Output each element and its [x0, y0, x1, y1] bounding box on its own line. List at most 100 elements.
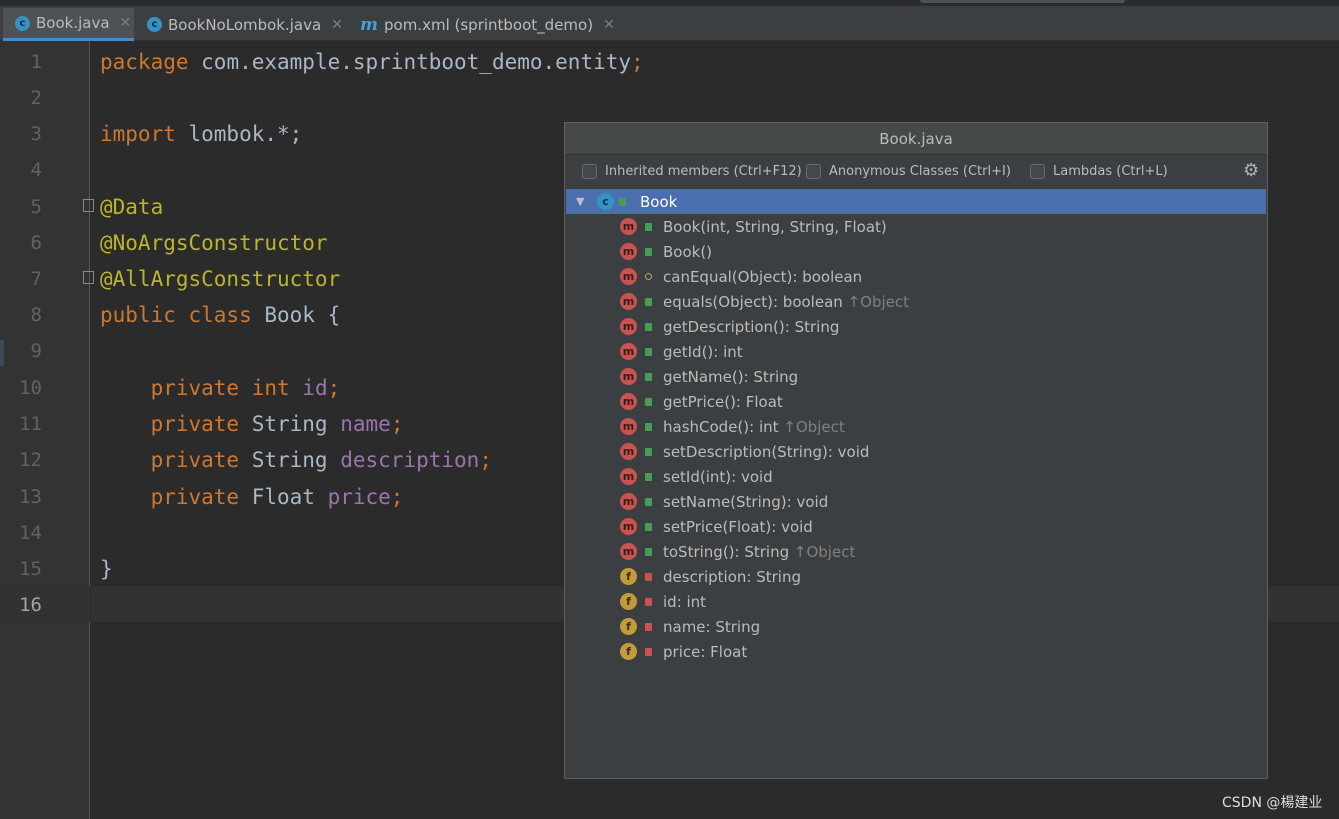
- public-visibility-icon: [645, 397, 652, 406]
- code-line-15[interactable]: }: [100, 551, 113, 587]
- class-icon: c: [15, 15, 30, 31]
- code-line-8[interactable]: public class Book {: [100, 297, 340, 333]
- top-strip: [0, 0, 1339, 6]
- code-keyword: private: [100, 412, 240, 436]
- member-text: equals(Object): boolean ↑Object: [663, 293, 909, 311]
- chevron-down-icon[interactable]: ▼: [576, 195, 584, 208]
- code-punct: ;: [631, 50, 644, 74]
- line-number: 7: [30, 268, 42, 290]
- tree-root-row[interactable]: ▼ c Book: [566, 189, 1266, 214]
- tree-member-row[interactable]: m Book(): [566, 239, 1266, 264]
- public-visibility-icon: [645, 422, 652, 431]
- code-line-10[interactable]: private int id;: [100, 370, 341, 406]
- tree-member-row[interactable]: f description: String: [566, 564, 1266, 589]
- member-label: setName(String): void: [663, 492, 829, 511]
- code-line-11[interactable]: private String name;: [100, 406, 404, 442]
- code-keyword: package: [100, 50, 189, 74]
- line-number: 2: [30, 87, 42, 109]
- tree-member-row[interactable]: m toString(): String ↑Object: [566, 539, 1266, 564]
- tree-member-row[interactable]: m canEqual(Object): boolean: [566, 264, 1266, 289]
- code-punct: ;: [390, 485, 404, 509]
- close-icon[interactable]: ✕: [603, 17, 615, 33]
- checkbox-box[interactable]: [806, 164, 821, 179]
- public-visibility-icon: [645, 297, 652, 306]
- tree-member-row[interactable]: f id: int: [566, 589, 1266, 614]
- line-number: 11: [19, 413, 42, 435]
- code-field: price: [314, 485, 391, 509]
- inherited-members-checkbox[interactable]: Inherited members (Ctrl+F12): [582, 164, 802, 179]
- code-text: com.example.sprintboot_demo.entity: [188, 50, 632, 74]
- member-text: getPrice(): Float: [663, 393, 788, 411]
- method-icon: m: [620, 343, 637, 360]
- member-text: setPrice(Float): void: [663, 518, 818, 536]
- field-icon: f: [620, 593, 637, 610]
- tree-member-row[interactable]: m equals(Object): boolean ↑Object: [566, 289, 1266, 314]
- member-label: getId(): int: [663, 342, 743, 361]
- line-number: 6: [30, 232, 42, 254]
- method-icon: m: [620, 218, 637, 235]
- fold-marker-icon[interactable]: [83, 271, 94, 284]
- tree-member-row[interactable]: m Book(int, String, String, Float): [566, 214, 1266, 239]
- code-type: String: [239, 412, 328, 436]
- tab-booknolombok-java[interactable]: c BookNoLombok.java ✕: [135, 8, 347, 41]
- code-line-5[interactable]: @Data: [100, 189, 163, 225]
- code-line-7[interactable]: @AllArgsConstructor: [100, 261, 340, 297]
- tab-book-java[interactable]: c Book.java ✕: [3, 8, 134, 41]
- field-icon: f: [620, 643, 637, 660]
- tab-label: pom.xml (sprintboot_demo): [384, 15, 594, 34]
- tree-member-row[interactable]: f price: Float: [566, 639, 1266, 664]
- code-line-6[interactable]: @NoArgsConstructor: [100, 225, 328, 261]
- method-icon: m: [620, 443, 637, 460]
- tree-member-row[interactable]: m getPrice(): Float: [566, 389, 1266, 414]
- tree-member-row[interactable]: f name: String: [566, 614, 1266, 639]
- lambdas-checkbox[interactable]: Lambdas (Ctrl+L): [1030, 164, 1168, 179]
- code-keyword: private int: [100, 376, 290, 400]
- public-visibility-icon: [645, 222, 652, 231]
- code-keyword: import: [100, 122, 176, 146]
- line-number: 5: [30, 196, 42, 218]
- public-visibility-icon: [645, 472, 652, 481]
- tree-member-row[interactable]: m getId(): int: [566, 339, 1266, 364]
- code-line-3[interactable]: import lombok.*;: [100, 116, 302, 152]
- member-text: setName(String): void: [663, 493, 833, 511]
- member-label: equals(Object): boolean: [663, 292, 843, 311]
- method-icon: m: [620, 243, 637, 260]
- tree-member-row[interactable]: m hashCode(): int ↑Object: [566, 414, 1266, 439]
- tab-pom-xml[interactable]: m pom.xml (sprintboot_demo) ✕: [348, 8, 618, 41]
- tab-label: Book.java: [36, 14, 110, 32]
- code-punct: ;: [479, 448, 492, 472]
- popup-options-bar: Inherited members (Ctrl+F12) Anonymous C…: [565, 155, 1267, 189]
- anonymous-classes-checkbox[interactable]: Anonymous Classes (Ctrl+I): [806, 164, 1011, 179]
- line-number: 8: [30, 304, 42, 326]
- checkbox-box[interactable]: [1030, 164, 1045, 179]
- field-icon: f: [620, 618, 637, 635]
- member-label: getDescription(): String: [663, 317, 840, 336]
- tree-member-row[interactable]: m getName(): String: [566, 364, 1266, 389]
- fold-marker-icon[interactable]: [83, 199, 94, 212]
- line-number: 10: [19, 377, 42, 399]
- private-visibility-icon: [645, 597, 652, 606]
- checkbox-box[interactable]: [582, 164, 597, 179]
- public-visibility-icon: [645, 347, 652, 356]
- gear-icon[interactable]: ⚙: [1243, 160, 1259, 181]
- tree-member-row[interactable]: m setId(int): void: [566, 464, 1266, 489]
- tree-member-row[interactable]: m getDescription(): String: [566, 314, 1266, 339]
- close-icon[interactable]: ✕: [331, 17, 343, 33]
- member-text: id: int: [663, 593, 711, 611]
- popup-title[interactable]: Book.java: [565, 123, 1267, 155]
- top-toolbar-edge: [920, 0, 1125, 3]
- code-line-1[interactable]: package com.example.sprintboot_demo.enti…: [100, 44, 644, 80]
- method-icon: m: [620, 293, 637, 310]
- code-line-12[interactable]: private String description;: [100, 442, 492, 478]
- file-structure-popup[interactable]: Book.java Inherited members (Ctrl+F12) A…: [564, 122, 1268, 779]
- line-number: 14: [19, 522, 42, 544]
- method-icon: m: [620, 543, 637, 560]
- code-field: name: [327, 412, 391, 436]
- tree-member-row[interactable]: m setName(String): void: [566, 489, 1266, 514]
- tree-member-row[interactable]: m setDescription(String): void: [566, 439, 1266, 464]
- member-text: hashCode(): int ↑Object: [663, 418, 845, 436]
- tree-member-row[interactable]: m setPrice(Float): void: [566, 514, 1266, 539]
- code-line-13[interactable]: private Float price;: [100, 479, 404, 515]
- line-number: 1: [30, 51, 42, 73]
- close-icon[interactable]: ✕: [120, 15, 132, 31]
